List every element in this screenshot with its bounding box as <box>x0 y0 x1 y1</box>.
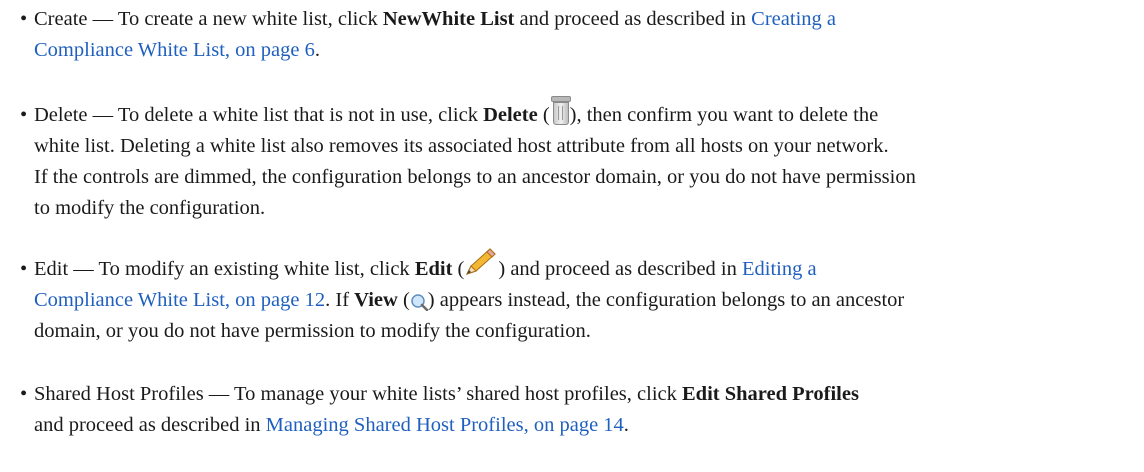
edit-shared-profiles-label: Edit Shared Profiles <box>682 383 859 405</box>
new-white-list-label: NewWhite List <box>382 8 515 30</box>
delete-label: Delete <box>483 104 538 126</box>
delete-text-after: ), then confirm you want to delete the <box>569 104 879 126</box>
delete-line-2: white list. Deleting a white list also r… <box>34 135 889 157</box>
create-text: Create — To create a new white list, cli… <box>34 8 383 30</box>
link-creating-white-list[interactable]: Creating a <box>751 8 836 30</box>
edit-mid: . If <box>325 289 355 312</box>
edit-label: Edit <box>414 258 453 280</box>
delete-line-3: If the controls are dimmed, the configur… <box>34 166 916 188</box>
link-creating-white-list-cont[interactable]: Compliance White List, on page 6 <box>34 39 315 61</box>
bullet-dot: • <box>20 258 28 280</box>
edit-line-3: domain, or you do not have permission to… <box>34 320 591 343</box>
create-end: . <box>314 39 320 61</box>
magnifier-icon <box>410 290 429 311</box>
view-text-after: ) appears instead, the configuration bel… <box>427 289 905 312</box>
shared-text: Shared Host Profiles — To manage your wh… <box>34 383 682 405</box>
trash-icon <box>550 96 571 126</box>
edit-text-after: ) and proceed as described in <box>498 258 742 280</box>
delete-line-4: to modify the configuration. <box>34 197 266 219</box>
delete-paren-open: ( <box>537 104 550 126</box>
link-managing-shared-profiles[interactable]: Managing Shared Host Profiles, on page 1… <box>266 414 624 436</box>
shared-line-2: and proceed as described in <box>34 414 266 436</box>
bullet-create: • Create — To create a new white list, cl… <box>20 4 1130 66</box>
bullet-delete: • Delete — To delete a white list that is… <box>20 96 1130 224</box>
bullet-edit: • Edit — To modify an existing white list… <box>20 248 1130 347</box>
view-paren-open: ( <box>397 289 410 312</box>
link-editing-white-list-cont[interactable]: Compliance White List, on page 12 <box>34 289 325 311</box>
link-editing-white-list[interactable]: Editing a <box>742 258 817 280</box>
delete-text: Delete — To delete a white list that is … <box>34 104 484 126</box>
create-text-after: and proceed as described in <box>514 8 752 30</box>
bullet-dot: • <box>20 383 28 405</box>
view-label: View <box>354 289 398 312</box>
bullet-dot: • <box>20 104 28 126</box>
shared-end: . <box>623 414 629 436</box>
bullet-shared-host-profiles: • Shared Host Profiles — To manage your w… <box>20 379 1130 441</box>
edit-text: Edit — To modify an existing white list,… <box>34 258 415 280</box>
edit-paren-open: ( <box>452 258 465 280</box>
pencil-icon <box>464 247 498 277</box>
bullet-dot: • <box>20 8 28 30</box>
